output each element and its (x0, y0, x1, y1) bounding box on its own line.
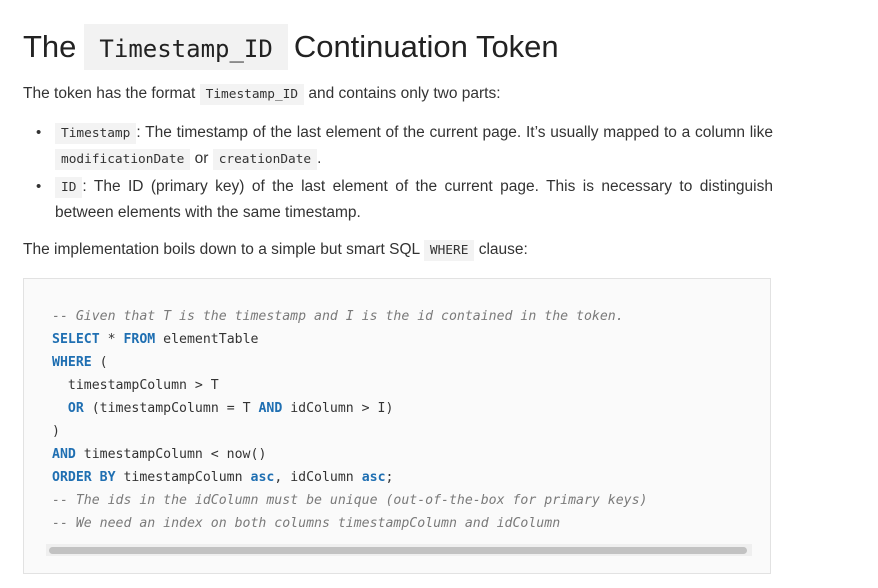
code-text: ( (91, 355, 108, 370)
impl-text-before: The implementation boils down to a simpl… (23, 241, 424, 258)
timestamp-desc: : The timestamp of the last element of t… (136, 124, 773, 141)
list-item-id: • ID: The ID (primary key) of the last el… (23, 175, 773, 225)
timestamp-code: Timestamp (55, 123, 137, 144)
intro-text-before: The token has the format (23, 85, 200, 102)
creation-date-code: creationDate (212, 148, 318, 170)
implementation-paragraph: The implementation boils down to a simpl… (23, 238, 528, 263)
code-text: ; (385, 470, 394, 485)
code-comment-1: -- Given that T is the timestamp and I i… (52, 309, 624, 324)
scrollbar-thumb[interactable] (49, 547, 747, 554)
bullet-icon: • (36, 124, 42, 141)
id-desc: : The ID (primary key) of the last eleme… (55, 178, 773, 221)
code-text: elementTable (155, 332, 259, 347)
heading-prefix: The (23, 28, 77, 64)
heading-suffix: Continuation Token (293, 28, 559, 64)
code-text: * (99, 332, 124, 347)
intro-text-after: and contains only two parts: (304, 85, 501, 102)
code-keyword: asc (250, 470, 275, 485)
code-comment-3: -- We need an index on both columns time… (52, 516, 561, 531)
code-keyword: FROM (123, 332, 156, 347)
section-heading: The Timestamp_ID Continuation Token (23, 22, 559, 70)
sql-code: -- Given that T is the timestamp and I i… (52, 305, 647, 535)
bullet-icon: • (36, 178, 42, 195)
code-keyword: WHERE (52, 355, 92, 370)
heading-code: Timestamp_ID (84, 23, 288, 70)
code-text: , idColumn (274, 470, 362, 485)
intro-paragraph: The token has the format Timestamp_ID an… (23, 82, 501, 107)
timestamp-desc-or: or (190, 149, 213, 167)
sql-code-block: -- Given that T is the timestamp and I i… (23, 278, 771, 574)
where-code: WHERE (423, 240, 475, 261)
id-code: ID (55, 177, 83, 198)
code-keyword: asc (361, 470, 386, 485)
list-item-timestamp: • Timestamp: The timestamp of the last el… (23, 121, 773, 172)
code-keyword: AND (258, 401, 283, 416)
token-parts-list: • Timestamp: The timestamp of the last el… (23, 121, 773, 228)
code-text: timestampColumn (115, 470, 251, 485)
code-text: idColumn > I) (282, 401, 394, 416)
code-text: timestampColumn > T (52, 378, 219, 393)
code-text: ) (52, 424, 60, 439)
horizontal-scrollbar[interactable] (46, 544, 752, 556)
code-text: timestampColumn < now() (75, 447, 267, 462)
modification-date-code: modificationDate (55, 148, 191, 170)
impl-text-after: clause: (474, 241, 528, 258)
timestamp-desc-end: . (317, 149, 322, 167)
code-keyword: ORDER BY (52, 470, 116, 485)
code-keyword: AND (52, 447, 76, 462)
code-keyword: OR (67, 401, 84, 416)
code-keyword: SELECT (52, 332, 100, 347)
intro-code: Timestamp_ID (199, 84, 305, 105)
code-text: (timestampColumn = T (83, 401, 259, 416)
code-comment-2: -- The ids in the idColumn must be uniqu… (52, 493, 648, 508)
